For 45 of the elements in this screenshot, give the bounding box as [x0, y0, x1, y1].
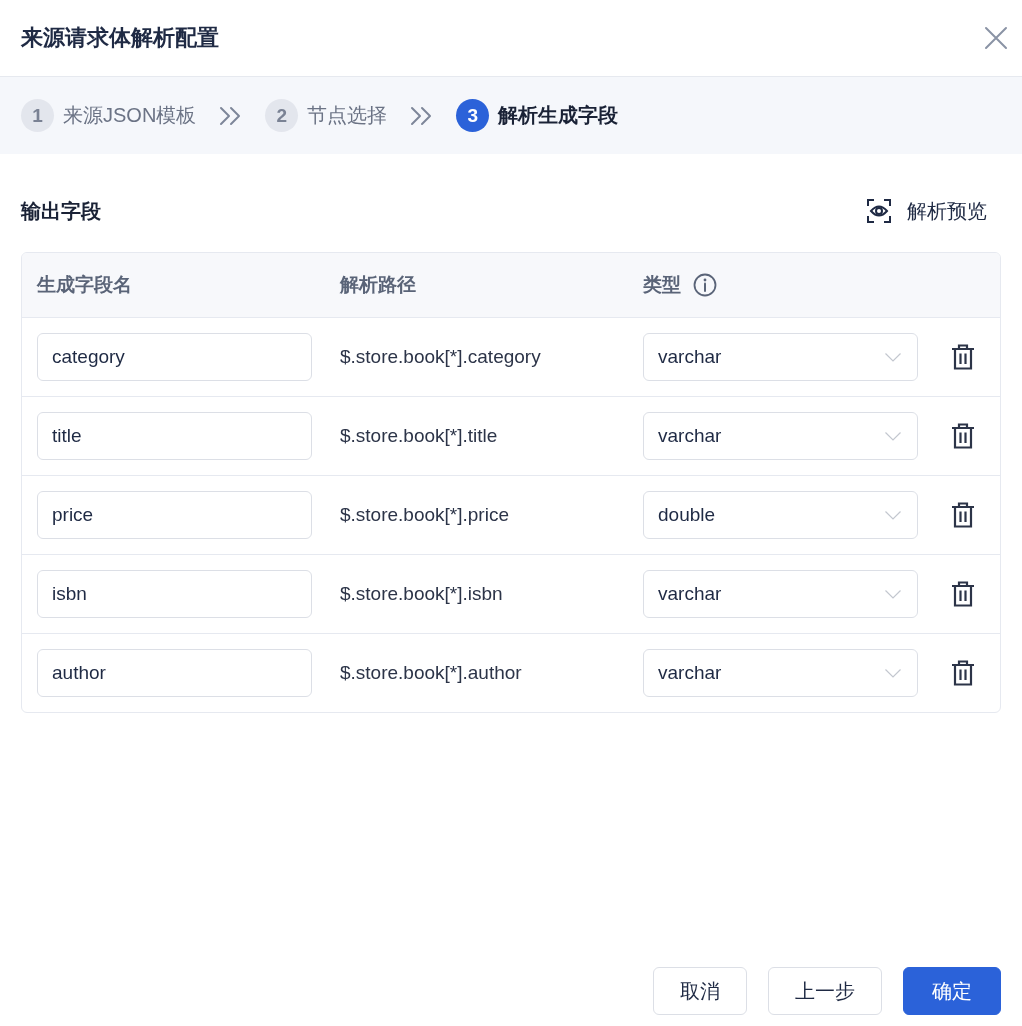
chevron-down-icon	[885, 431, 901, 441]
chevron-down-icon	[885, 589, 901, 599]
double-chevron-icon	[219, 105, 242, 126]
chevron-down-icon	[885, 668, 901, 678]
step-label[interactable]: 来源JSON模板	[63, 102, 197, 129]
section-title: 输出字段	[21, 198, 101, 224]
path-text: $.store.book[*].category	[340, 346, 541, 368]
info-icon[interactable]	[693, 273, 717, 297]
footer-button[interactable]: 取消	[653, 967, 747, 1015]
step-number: 1	[21, 99, 54, 132]
dialog-title: 来源请求体解析配置	[21, 24, 219, 52]
type-select[interactable]: varchar	[643, 412, 918, 460]
double-chevron-icon	[410, 105, 433, 126]
field-name-input[interactable]: category	[37, 333, 312, 381]
trash-icon[interactable]	[951, 344, 975, 370]
field-name-input[interactable]: price	[37, 491, 312, 539]
step-number: 2	[265, 99, 299, 132]
type-select[interactable]: double	[643, 491, 918, 539]
eye-icon	[867, 199, 891, 223]
path-text: $.store.book[*].author	[340, 662, 522, 684]
trash-icon[interactable]	[951, 502, 975, 528]
path-text: $.store.book[*].isbn	[340, 583, 503, 605]
confirm-button[interactable]: 确定	[903, 967, 1001, 1015]
chevron-down-icon	[885, 510, 901, 520]
column-header: 生成字段名	[37, 273, 132, 297]
type-select[interactable]: varchar	[643, 649, 918, 697]
path-text: $.store.book[*].title	[340, 425, 498, 447]
type-select[interactable]: varchar	[643, 333, 918, 381]
close-icon[interactable]	[984, 26, 1008, 50]
column-header: 类型	[643, 273, 681, 297]
field-name-input[interactable]: title	[37, 412, 312, 460]
path-text: $.store.book[*].price	[340, 504, 509, 526]
step-label[interactable]: 节点选择	[307, 102, 388, 129]
step-label[interactable]: 解析生成字段	[498, 102, 619, 129]
footer-button[interactable]: 上一步	[768, 967, 882, 1015]
trash-icon[interactable]	[951, 423, 975, 449]
field-name-input[interactable]: isbn	[37, 570, 312, 618]
preview-button[interactable]: 解析预览	[867, 197, 1001, 225]
chevron-down-icon	[885, 352, 901, 362]
trash-icon[interactable]	[951, 581, 975, 607]
trash-icon[interactable]	[951, 660, 975, 686]
step-number: 3	[456, 99, 490, 132]
column-header: 解析路径	[340, 273, 416, 297]
type-select[interactable]: varchar	[643, 570, 918, 618]
field-name-input[interactable]: author	[37, 649, 312, 697]
